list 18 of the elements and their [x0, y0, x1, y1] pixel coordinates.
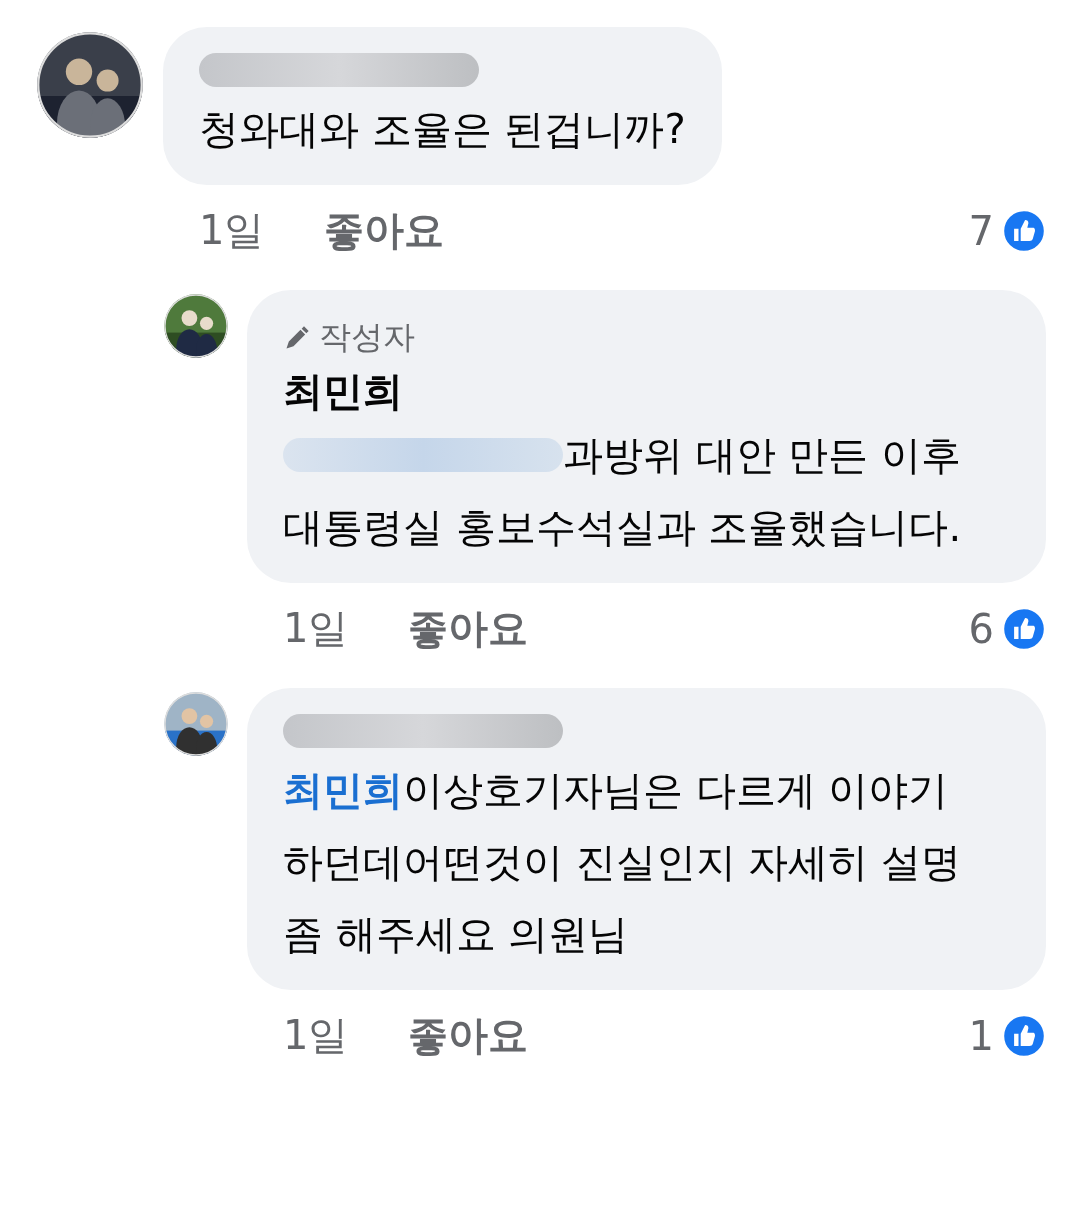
like-button[interactable]: 좋아요 — [408, 601, 529, 656]
like-icon — [1002, 606, 1046, 651]
author-name[interactable]: 최민희 — [283, 364, 1010, 419]
like-button[interactable]: 좋아요 — [324, 203, 445, 258]
like-button[interactable]: 좋아요 — [408, 1008, 529, 1063]
like-count: 6 — [968, 605, 994, 652]
like-icon — [1002, 208, 1046, 253]
comment-text: 과방위 대안 만든 이후 대통령실 홍보수석실과 조율했습니다. — [283, 431, 963, 552]
comment-time[interactable]: 1일 — [199, 203, 265, 258]
comment-time[interactable]: 1일 — [283, 1008, 349, 1063]
like-count: 7 — [968, 207, 994, 254]
comment-text: 청와대와 조율은 된겁니까? — [199, 105, 686, 154]
comment-text: 최민희 이상호기자님은 다르게 이야기 하던데어떤것이 진실인지 자세히 설명 좀 해주세요 의원님 — [283, 766, 963, 959]
mention-link[interactable]: 최민희 — [283, 767, 403, 813]
comment-time[interactable]: 1일 — [283, 601, 349, 656]
author-label: 작성자 — [319, 317, 415, 358]
like-icon — [1002, 1013, 1046, 1058]
like-count: 1 — [968, 1012, 994, 1059]
